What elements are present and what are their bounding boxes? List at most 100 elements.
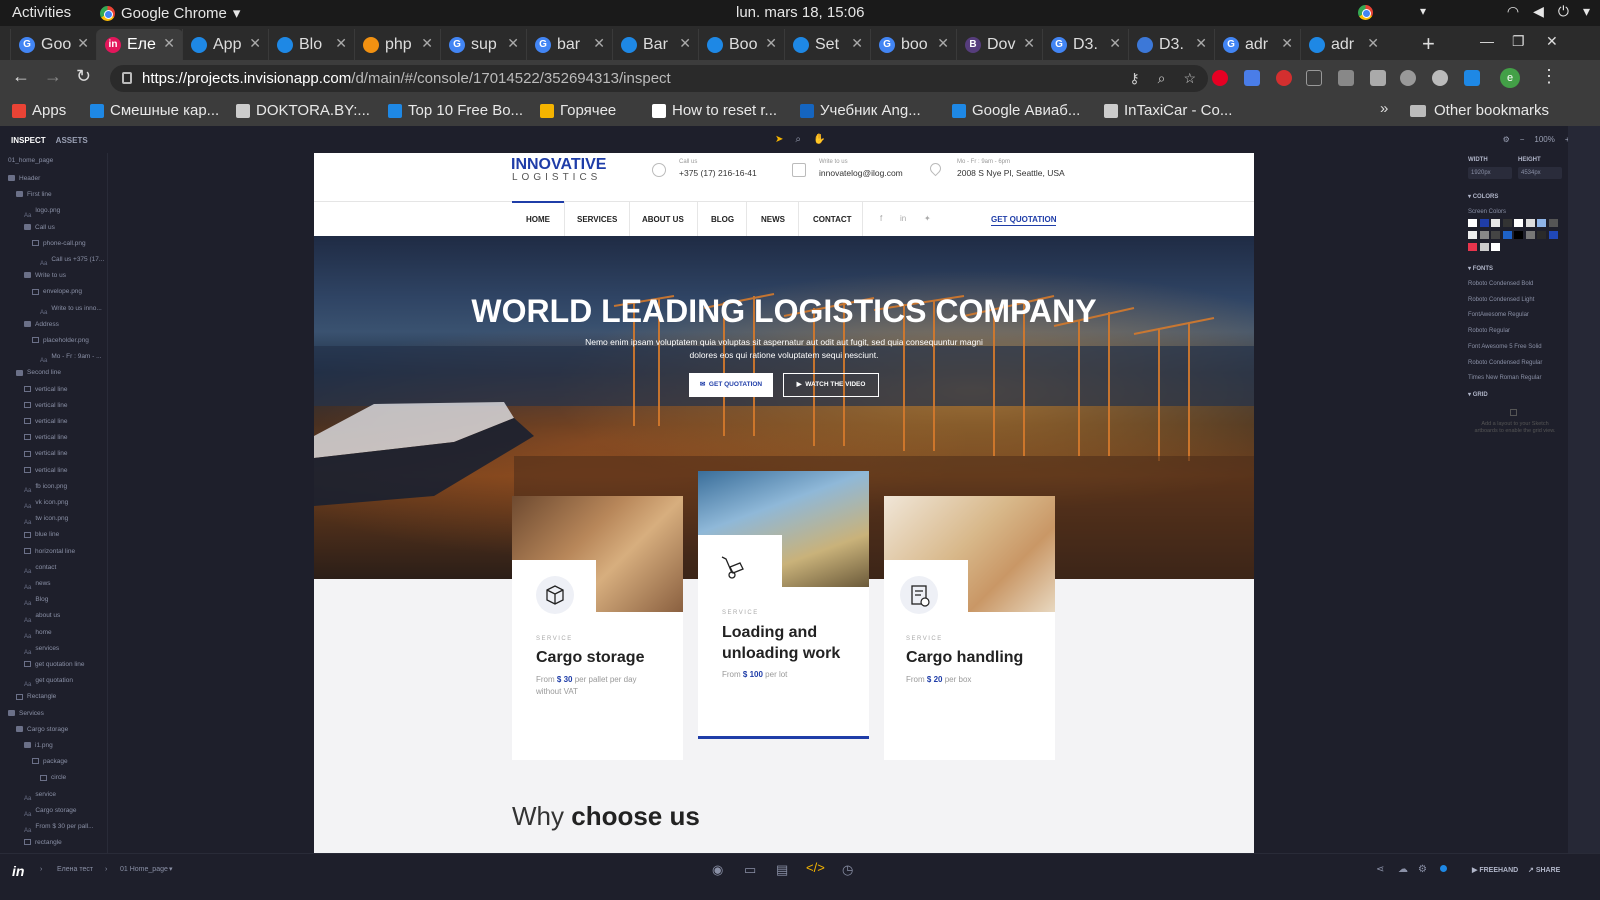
twitter-icon[interactable]: ✦ — [924, 214, 931, 223]
menu-icon[interactable]: ⋮ — [1540, 66, 1558, 87]
color-swatch[interactable] — [1479, 243, 1489, 251]
font-item[interactable]: Roboto Condensed Regular — [1468, 360, 1542, 366]
page-name[interactable]: 01_home_page — [8, 153, 53, 169]
close-tab-icon[interactable]: ✕ — [507, 35, 519, 52]
layer-row[interactable]: Aafb icon.png — [24, 479, 67, 495]
colors-heading[interactable]: ▾ COLORS — [1468, 193, 1498, 200]
key-icon[interactable]: ⚷ — [1129, 65, 1139, 92]
layer-row[interactable]: Header — [8, 171, 40, 187]
close-tab-icon[interactable]: ✕ — [163, 35, 175, 52]
color-swatch[interactable] — [1537, 231, 1546, 239]
color-swatch[interactable] — [1502, 231, 1512, 239]
nav-get-quotation[interactable]: GET QUOTATION — [991, 215, 1057, 226]
breadcrumb-project[interactable]: Елена тест — [57, 866, 93, 873]
grid-heading[interactable]: ▾ GRID — [1468, 391, 1488, 398]
chrome-tray-icon[interactable] — [1358, 5, 1373, 20]
tab-inspect[interactable]: INSPECT — [11, 136, 46, 145]
vk-icon[interactable]: in — [900, 214, 906, 223]
layer-row[interactable]: circle — [40, 770, 66, 786]
layer-row[interactable]: blue line — [24, 527, 59, 543]
close-tab-icon[interactable]: ✕ — [335, 35, 347, 52]
facebook-icon[interactable]: f — [880, 214, 882, 223]
nav-about[interactable]: ABOUT US — [642, 215, 684, 224]
close-tab-icon[interactable]: ✕ — [1109, 35, 1121, 52]
layer-row[interactable]: Aatw icon.png — [24, 511, 68, 527]
extension-grey-icon[interactable] — [1400, 70, 1416, 86]
profile-avatar[interactable]: e — [1500, 68, 1520, 88]
back-icon[interactable]: ← — [12, 66, 30, 87]
color-swatch[interactable] — [1479, 219, 1489, 227]
search-icon[interactable]: ⌕ — [795, 134, 801, 145]
browser-tab[interactable]: B Dov ✕ — [956, 29, 1043, 60]
calendar-icon[interactable] — [1370, 70, 1386, 86]
extension-blue-icon[interactable] — [1464, 70, 1480, 86]
browser-tab[interactable]: G Goo ✕ — [10, 29, 97, 60]
layer-row[interactable]: get quotation line — [24, 657, 85, 673]
history-icon[interactable]: ◷ — [842, 862, 853, 878]
bookmark-item[interactable]: Apps — [12, 102, 66, 119]
color-swatch[interactable] — [1525, 231, 1535, 239]
layer-row[interactable]: AaCargo storage — [24, 803, 77, 819]
height-value[interactable]: 4534px — [1518, 167, 1562, 179]
system-tray[interactable]: ◠ ◀ ⏻ ▾ — [1507, 3, 1590, 20]
service-card-cargo-handling[interactable]: SERVICE Cargo handling From $ 20 per box — [884, 496, 1055, 760]
bookmark-item[interactable]: DOKTORA.BY:... — [236, 102, 370, 119]
translate-icon[interactable] — [1244, 70, 1260, 86]
freehand-button[interactable]: ▶ FREEHAND — [1472, 866, 1518, 874]
download-icon[interactable] — [1338, 70, 1354, 86]
font-item[interactable]: FontAwesome Regular — [1468, 312, 1529, 318]
chevron-down-icon[interactable]: ▾ — [169, 865, 173, 873]
pointer-icon[interactable]: ➤ — [775, 134, 783, 145]
layer-row[interactable]: i1.png — [24, 738, 53, 754]
width-value[interactable]: 1920px — [1468, 167, 1512, 179]
layer-row[interactable]: vertical line — [24, 446, 68, 462]
browser-tab[interactable]: Gboo ✕ — [870, 29, 957, 60]
layers-icon[interactable]: ▤ — [776, 862, 788, 878]
comment-icon[interactable]: ▭ — [744, 862, 756, 878]
layer-row[interactable]: Aavk icon.png — [24, 495, 68, 511]
cloud-icon[interactable]: ☁ — [1398, 864, 1408, 875]
layer-row[interactable]: AaFrom $ 30 per pall... — [24, 819, 94, 835]
zoom-icon[interactable]: ⌕ — [1158, 65, 1166, 92]
layer-row[interactable]: Rectangle — [16, 689, 56, 705]
star-icon[interactable]: ☆ — [1183, 65, 1196, 92]
close-tab-icon[interactable]: ✕ — [679, 35, 691, 52]
hand-icon[interactable]: ✋ — [813, 134, 825, 145]
layer-row[interactable]: phone-call.png — [32, 236, 86, 252]
close-tab-icon[interactable]: ✕ — [249, 35, 261, 52]
color-swatch[interactable] — [1548, 231, 1558, 239]
browser-tab[interactable]: D3. ✕ — [1128, 29, 1215, 60]
nav-services[interactable]: SERVICES — [577, 215, 617, 224]
breadcrumb-screen[interactable]: 01 Home_page — [120, 866, 168, 873]
layer-row[interactable]: Second line — [16, 365, 61, 381]
font-item[interactable]: Roboto Condensed Light — [1468, 297, 1534, 303]
layer-row[interactable]: Call us — [24, 220, 55, 236]
color-swatch[interactable] — [1468, 219, 1477, 227]
layer-row[interactable]: AaCall us +375 (17... — [40, 252, 104, 268]
call-value[interactable]: +375 (17) 216-16-41 — [679, 168, 757, 178]
bookmark-item[interactable]: Смешные кар... — [90, 102, 219, 119]
close-tab-icon[interactable]: ✕ — [937, 35, 949, 52]
extension-cloud-icon[interactable] — [1432, 70, 1448, 86]
browser-tab[interactable]: Gadr ✕ — [1214, 29, 1301, 60]
bookmark-item[interactable]: Горячее — [540, 102, 616, 119]
extension-red-icon[interactable] — [1276, 70, 1292, 86]
layer-row[interactable]: Write to us — [24, 268, 66, 284]
dropdown-icon[interactable]: ▾ — [1420, 4, 1426, 18]
share-button[interactable]: ↗ SHARE — [1528, 866, 1560, 874]
nav-news[interactable]: NEWS — [761, 215, 785, 224]
layer-row[interactable]: Aaabout us — [24, 608, 60, 624]
close-tab-icon[interactable]: ✕ — [421, 35, 433, 52]
new-tab-button[interactable]: + — [1422, 31, 1435, 57]
layer-row[interactable]: vertical line — [24, 414, 68, 430]
service-card-cargo-storage[interactable]: SERVICE Cargo storage From $ 30 per pall… — [512, 496, 683, 760]
color-swatch[interactable] — [1468, 231, 1477, 239]
layer-row[interactable]: Aahome — [24, 625, 52, 641]
browser-tab[interactable]: adr ✕ — [1300, 29, 1387, 60]
layer-row[interactable]: AaMo - Fr : 9am - ... — [40, 349, 102, 365]
layer-row[interactable]: package — [32, 754, 68, 770]
layer-row[interactable]: Aaservices — [24, 641, 59, 657]
close-tab-icon[interactable]: ✕ — [851, 35, 863, 52]
layer-row[interactable]: envelope.png — [32, 284, 82, 300]
layer-row[interactable]: rectangle — [24, 835, 62, 851]
